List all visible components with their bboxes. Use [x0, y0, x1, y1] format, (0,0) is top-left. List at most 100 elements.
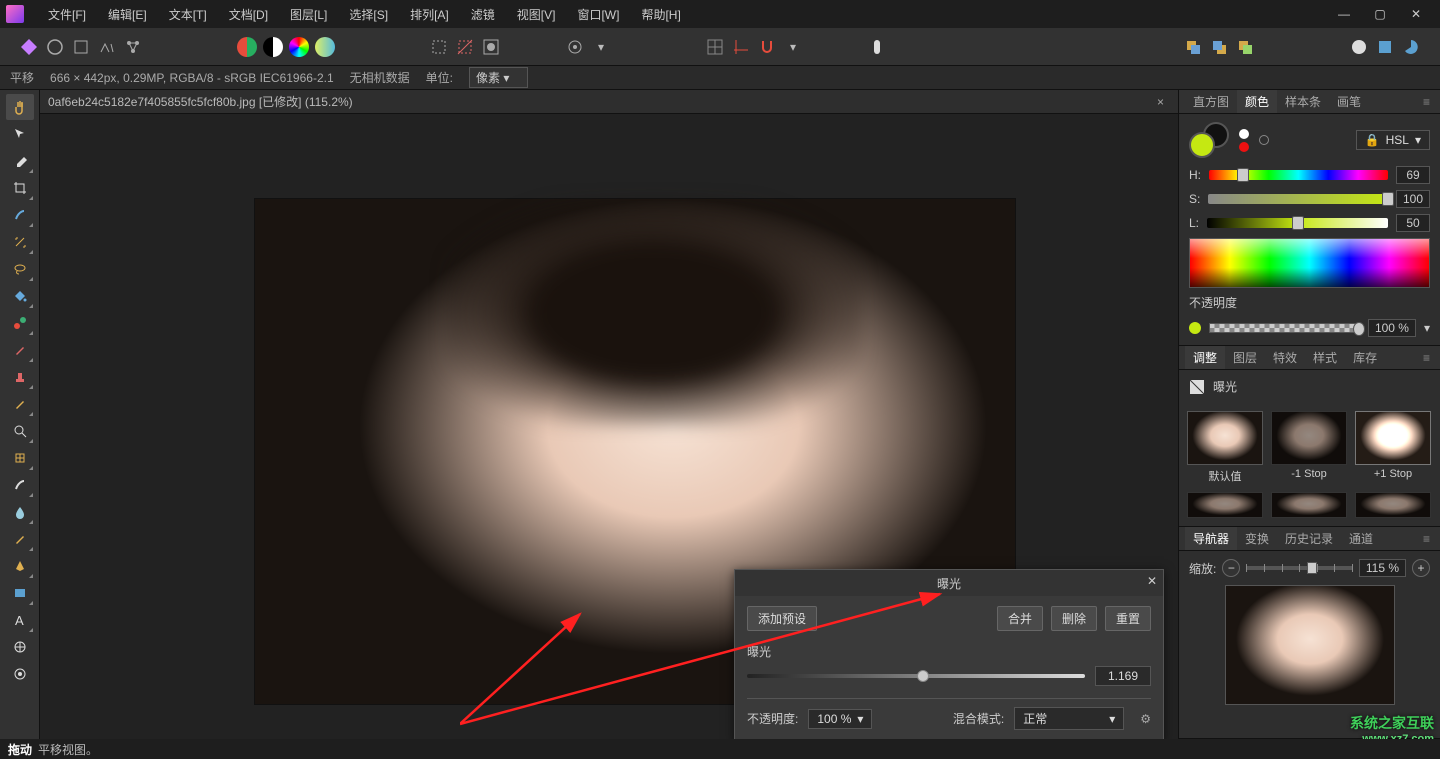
- zoom-slider-thumb[interactable]: [1307, 562, 1317, 574]
- exposure-slider-thumb[interactable]: [917, 670, 929, 682]
- zoom-value[interactable]: 115 %: [1359, 559, 1406, 577]
- panel-tab[interactable]: 样本条: [1277, 90, 1329, 113]
- menu-item[interactable]: 图层[L]: [280, 2, 337, 27]
- panel-tab[interactable]: 特效: [1265, 346, 1305, 369]
- persona-liquify-icon[interactable]: [44, 36, 66, 58]
- panel-tab[interactable]: 导航器: [1185, 527, 1237, 550]
- menu-item[interactable]: 排列[A]: [400, 2, 459, 27]
- menu-item[interactable]: 帮助[H]: [631, 2, 690, 27]
- preset-item[interactable]: +1 Stop: [1355, 411, 1431, 484]
- sat-value[interactable]: 100: [1396, 190, 1430, 208]
- merge-button[interactable]: 合并: [997, 606, 1043, 631]
- assets-tool[interactable]: [6, 661, 34, 687]
- zoom-in-button[interactable]: +: [1412, 559, 1430, 577]
- tab-close-button[interactable]: ×: [1151, 95, 1170, 109]
- shape-pie-icon[interactable]: [1400, 36, 1422, 58]
- snap-icon[interactable]: [756, 36, 778, 58]
- blur-tool[interactable]: [6, 499, 34, 525]
- move-tool[interactable]: [6, 121, 34, 147]
- saturation-slider[interactable]: [1208, 194, 1388, 204]
- panel-tab[interactable]: 通道: [1341, 527, 1381, 550]
- preset-item[interactable]: [1355, 492, 1431, 518]
- panel-tab[interactable]: 图层: [1225, 346, 1265, 369]
- arrange-back-icon[interactable]: [1182, 36, 1204, 58]
- minimize-button[interactable]: —: [1330, 4, 1358, 24]
- brush-tool[interactable]: [6, 337, 34, 363]
- opacity-slider[interactable]: [1209, 323, 1360, 333]
- menu-item[interactable]: 窗口[W]: [567, 2, 629, 27]
- chevron-down-icon[interactable]: ▾: [590, 36, 612, 58]
- exposure-slider[interactable]: [747, 674, 1085, 678]
- lasso-tool[interactable]: [6, 256, 34, 282]
- menu-item[interactable]: 视图[V]: [507, 2, 566, 27]
- hand-tool[interactable]: [6, 94, 34, 120]
- assistant-icon[interactable]: [866, 36, 888, 58]
- dialog-title-bar[interactable]: 曝光 ✕: [735, 570, 1163, 596]
- lightness-slider[interactable]: [1207, 218, 1388, 228]
- none-color-icon[interactable]: [1259, 135, 1269, 145]
- exposure-value[interactable]: 1.169: [1095, 666, 1151, 686]
- hue-value[interactable]: 69: [1396, 166, 1430, 184]
- menu-item[interactable]: 文件[F]: [38, 2, 96, 27]
- gear-icon[interactable]: ⚙: [1140, 712, 1151, 726]
- zoom-tool[interactable]: [6, 418, 34, 444]
- panel-tab[interactable]: 变换: [1237, 527, 1277, 550]
- color-mode-select[interactable]: 🔒 HSL ▾: [1356, 130, 1430, 150]
- panel-tab[interactable]: 画笔: [1329, 90, 1369, 113]
- preset-item[interactable]: [1271, 492, 1347, 518]
- stamp-tool[interactable]: [6, 364, 34, 390]
- panel-tab[interactable]: 库存: [1345, 346, 1385, 369]
- panel-menu-icon[interactable]: ≡: [1419, 351, 1434, 365]
- hue-slider[interactable]: [1209, 170, 1388, 180]
- shape-circle-icon[interactable]: [1348, 36, 1370, 58]
- reset-button[interactable]: 重置: [1105, 606, 1151, 631]
- quick-mask-icon[interactable]: [480, 36, 502, 58]
- foreground-swatch[interactable]: [1189, 132, 1215, 158]
- target-icon[interactable]: [564, 36, 586, 58]
- persona-develop-icon[interactable]: [70, 36, 92, 58]
- magic-wand-tool[interactable]: [6, 229, 34, 255]
- delete-button[interactable]: 删除: [1051, 606, 1097, 631]
- marquee-icon[interactable]: [428, 36, 450, 58]
- persona-photo-icon[interactable]: [18, 36, 40, 58]
- eyedropper-icon[interactable]: [1239, 129, 1249, 139]
- color-bw-icon[interactable]: [262, 36, 284, 58]
- menu-item[interactable]: 编辑[E]: [98, 2, 157, 27]
- preset-item[interactable]: 默认值: [1187, 411, 1263, 484]
- secondary-color-dot[interactable]: [1239, 142, 1249, 152]
- pen-tool[interactable]: [6, 553, 34, 579]
- color-split-icon[interactable]: [236, 36, 258, 58]
- preset-item[interactable]: -1 Stop: [1271, 411, 1347, 484]
- mesh-tool[interactable]: [6, 634, 34, 660]
- add-preset-button[interactable]: 添加预设: [747, 606, 817, 631]
- opacity-select[interactable]: 100 % ▾: [808, 709, 872, 729]
- arrange-group-icon[interactable]: [1234, 36, 1256, 58]
- color-hue-icon[interactable]: [288, 36, 310, 58]
- pixel-brush-tool[interactable]: [6, 391, 34, 417]
- document-tab-title[interactable]: 0af6eb24c5182e7f405855fc5fcf80b.jpg [已修改…: [48, 93, 353, 110]
- eyedropper-tool[interactable]: [6, 148, 34, 174]
- guides-icon[interactable]: [730, 36, 752, 58]
- text-tool[interactable]: A: [6, 607, 34, 633]
- color-tone-icon[interactable]: [314, 36, 336, 58]
- chevron-down-icon[interactable]: ▾: [1424, 321, 1430, 335]
- preset-item[interactable]: [1187, 492, 1263, 518]
- crop-tool[interactable]: [6, 175, 34, 201]
- panel-tab[interactable]: 颜色: [1237, 90, 1277, 113]
- navigator-preview[interactable]: [1225, 585, 1395, 705]
- current-adjustment[interactable]: 曝光: [1189, 378, 1430, 395]
- shape-square-icon[interactable]: [1374, 36, 1396, 58]
- units-select[interactable]: 像素 ▾: [469, 67, 528, 88]
- dialog-close-button[interactable]: ✕: [1147, 574, 1157, 588]
- zoom-out-button[interactable]: −: [1222, 559, 1240, 577]
- gradient-tool[interactable]: [6, 310, 34, 336]
- opacity-value[interactable]: 100 %: [1368, 319, 1416, 337]
- zoom-slider[interactable]: [1246, 566, 1353, 570]
- grid-icon[interactable]: [704, 36, 726, 58]
- maximize-button[interactable]: ▢: [1366, 4, 1394, 24]
- panel-tab[interactable]: 直方图: [1185, 90, 1237, 113]
- chevron-down-icon[interactable]: ▾: [782, 36, 804, 58]
- clone-tool[interactable]: [6, 472, 34, 498]
- persona-export-icon[interactable]: [122, 36, 144, 58]
- marquee-off-icon[interactable]: [454, 36, 476, 58]
